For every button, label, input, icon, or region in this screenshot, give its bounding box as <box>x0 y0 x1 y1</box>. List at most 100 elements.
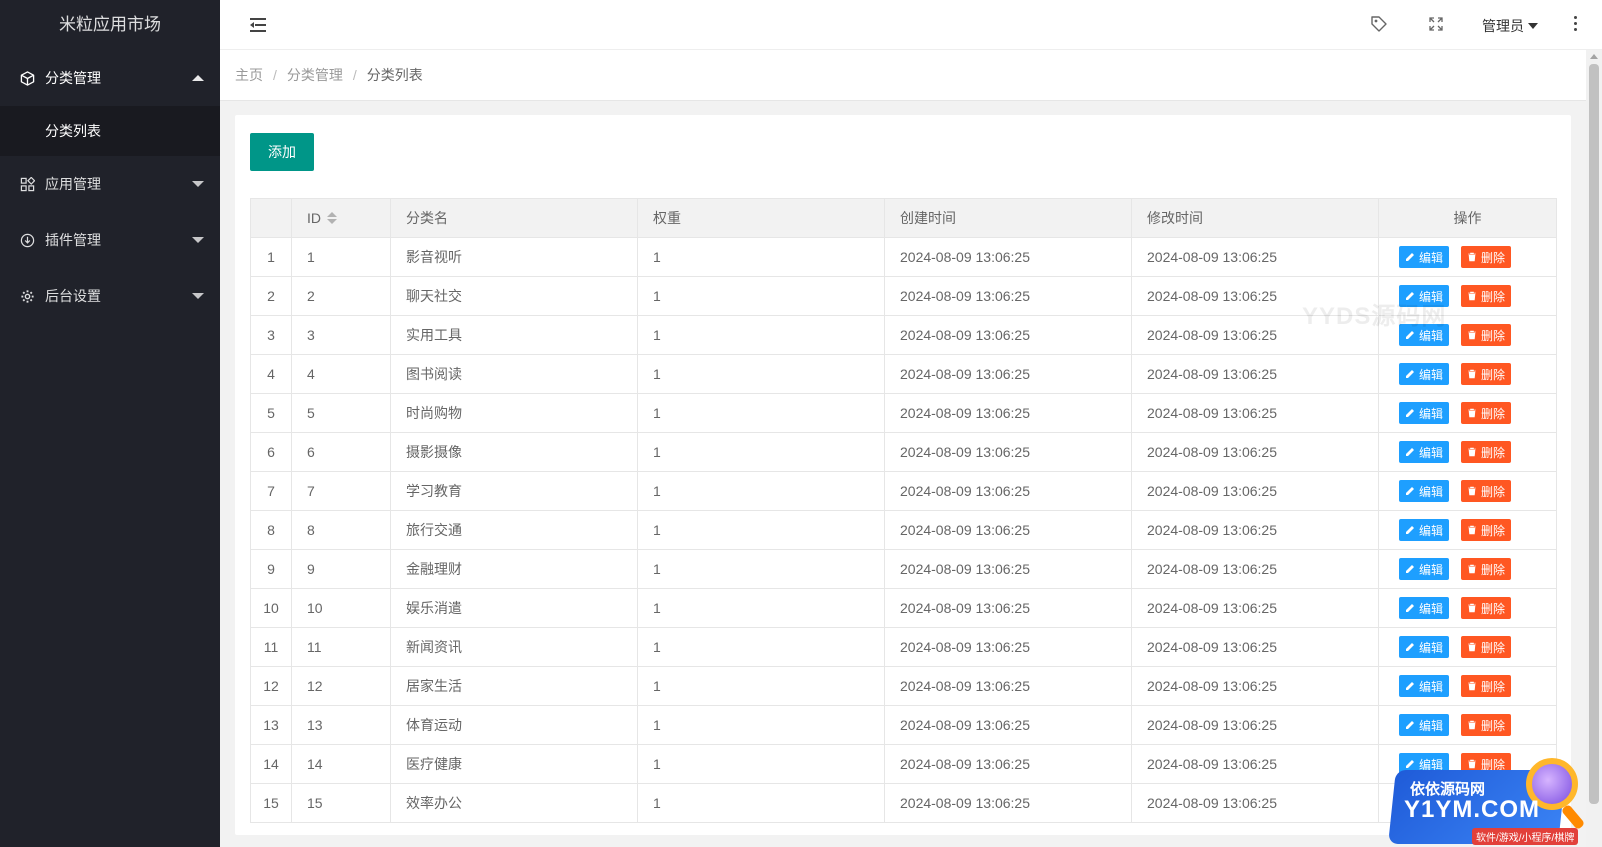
delete-label: 删除 <box>1481 679 1506 694</box>
cell-index: 10 <box>250 588 292 628</box>
edit-button[interactable]: 编辑 <box>1399 714 1450 736</box>
chevron-down-icon <box>192 293 204 299</box>
edit-button[interactable]: 编辑 <box>1399 480 1450 502</box>
pencil-icon <box>1405 642 1419 652</box>
edit-button[interactable]: 编辑 <box>1399 285 1450 307</box>
edit-button[interactable]: 编辑 <box>1399 363 1450 385</box>
promo-domain: Y1YM.COM <box>1404 796 1541 823</box>
sidebar: 米粒应用市场 分类管理 分类列表 应用管理 插件管理 后台设置 <box>0 0 220 847</box>
cell-actions: 编辑 删除 <box>1378 549 1557 589</box>
delete-button[interactable]: 删除 <box>1461 285 1512 307</box>
cell-name: 体育运动 <box>390 705 638 745</box>
delete-button[interactable]: 删除 <box>1461 519 1512 541</box>
cell-id: 12 <box>291 666 391 706</box>
edit-button[interactable]: 编辑 <box>1399 597 1450 619</box>
sidebar-item-apps[interactable]: 应用管理 <box>0 156 220 212</box>
sort-icon[interactable] <box>327 212 337 226</box>
cell-modified: 2024-08-09 13:06:25 <box>1131 705 1379 745</box>
sidebar-item-plugins[interactable]: 插件管理 <box>0 212 220 268</box>
delete-button[interactable]: 删除 <box>1461 636 1512 658</box>
breadcrumb-home[interactable]: 主页 <box>235 65 263 85</box>
cell-weight: 1 <box>637 666 885 706</box>
col-header-id[interactable]: ID <box>291 198 391 238</box>
cell-created: 2024-08-09 13:06:25 <box>884 549 1132 589</box>
cell-modified: 2024-08-09 13:06:25 <box>1131 588 1379 628</box>
delete-button[interactable]: 删除 <box>1461 441 1512 463</box>
cell-actions: 编辑 删除 <box>1378 705 1557 745</box>
fullscreen-icon[interactable] <box>1427 15 1447 35</box>
edit-button[interactable]: 编辑 <box>1399 402 1450 424</box>
more-vertical-icon[interactable] <box>1572 16 1578 34</box>
edit-button[interactable]: 编辑 <box>1399 675 1450 697</box>
cell-weight: 1 <box>637 432 885 472</box>
cell-modified: 2024-08-09 13:06:25 <box>1131 783 1379 823</box>
cell-weight: 1 <box>637 354 885 394</box>
pencil-icon <box>1405 564 1419 574</box>
cell-name: 聊天社交 <box>390 276 638 316</box>
cell-actions: 编辑 删除 <box>1378 393 1557 433</box>
breadcrumb: 主页 / 分类管理 / 分类列表 <box>220 50 1586 101</box>
edit-button[interactable]: 编辑 <box>1399 636 1450 658</box>
edit-button[interactable]: 编辑 <box>1399 441 1450 463</box>
trash-icon <box>1467 525 1481 535</box>
edit-button[interactable]: 编辑 <box>1399 519 1450 541</box>
delete-label: 删除 <box>1481 406 1506 421</box>
cell-index: 15 <box>250 783 292 823</box>
delete-button[interactable]: 删除 <box>1461 714 1512 736</box>
cell-modified: 2024-08-09 13:06:25 <box>1131 276 1379 316</box>
chevron-up-icon <box>192 75 204 81</box>
trash-icon <box>1467 603 1481 613</box>
cell-created: 2024-08-09 13:06:25 <box>884 510 1132 550</box>
table-row: 7 7 学习教育 1 2024-08-09 13:06:25 2024-08-09 13:… <box>250 471 1557 511</box>
cell-name: 效率办公 <box>390 783 638 823</box>
user-menu[interactable]: 管理员 <box>1482 16 1538 36</box>
scrollbar-thumb[interactable] <box>1589 64 1599 804</box>
sidebar-item-category[interactable]: 分类管理 <box>0 50 220 106</box>
cell-created: 2024-08-09 13:06:25 <box>884 471 1132 511</box>
delete-button[interactable]: 删除 <box>1461 558 1512 580</box>
promo-badge[interactable]: 依依源码网 Y1YM.COM 软件/游戏/小程序/棋牌 <box>1380 756 1598 847</box>
apps-icon <box>20 176 35 192</box>
cell-created: 2024-08-09 13:06:25 <box>884 237 1132 277</box>
cell-created: 2024-08-09 13:06:25 <box>884 432 1132 472</box>
table-row: 3 3 实用工具 1 2024-08-09 13:06:25 2024-08-09 13:… <box>250 315 1557 355</box>
breadcrumb-current: 分类列表 <box>366 67 423 83</box>
scroll-up-icon[interactable] <box>1590 54 1598 59</box>
delete-button[interactable]: 删除 <box>1461 402 1512 424</box>
edit-button[interactable]: 编辑 <box>1399 246 1450 268</box>
delete-button[interactable]: 删除 <box>1461 597 1512 619</box>
sidebar-item-settings[interactable]: 后台设置 <box>0 268 220 324</box>
trash-icon <box>1467 252 1481 262</box>
delete-button[interactable]: 删除 <box>1461 363 1512 385</box>
sidebar-subitem-category-list[interactable]: 分类列表 <box>0 106 220 156</box>
edit-label: 编辑 <box>1419 367 1444 382</box>
cell-actions: 编辑 删除 <box>1378 315 1557 355</box>
cell-modified: 2024-08-09 13:06:25 <box>1131 744 1379 784</box>
delete-label: 删除 <box>1481 289 1506 304</box>
col-header-index <box>250 198 292 238</box>
cell-created: 2024-08-09 13:06:25 <box>884 783 1132 823</box>
delete-label: 删除 <box>1481 601 1506 616</box>
cell-created: 2024-08-09 13:06:25 <box>884 705 1132 745</box>
breadcrumb-section[interactable]: 分类管理 <box>287 65 343 85</box>
delete-button[interactable]: 删除 <box>1461 675 1512 697</box>
cell-actions: 编辑 删除 <box>1378 354 1557 394</box>
cell-weight: 1 <box>637 588 885 628</box>
cell-id: 2 <box>291 276 391 316</box>
cell-index: 12 <box>250 666 292 706</box>
delete-button[interactable]: 删除 <box>1461 324 1512 346</box>
edit-button[interactable]: 编辑 <box>1399 324 1450 346</box>
edit-button[interactable]: 编辑 <box>1399 558 1450 580</box>
cell-name: 旅行交通 <box>390 510 638 550</box>
tag-icon[interactable] <box>1370 15 1390 35</box>
chevron-down-icon <box>192 237 204 243</box>
menu-toggle-icon[interactable] <box>250 17 266 33</box>
page-scrollbar[interactable] <box>1586 50 1602 847</box>
cell-id: 9 <box>291 549 391 589</box>
add-button[interactable]: 添加 <box>250 133 314 171</box>
magnifier-handle <box>1560 803 1586 831</box>
table-row: 2 2 聊天社交 1 2024-08-09 13:06:25 2024-08-09 13:… <box>250 276 1557 316</box>
delete-button[interactable]: 删除 <box>1461 480 1512 502</box>
cell-index: 11 <box>250 627 292 667</box>
delete-button[interactable]: 删除 <box>1461 246 1512 268</box>
